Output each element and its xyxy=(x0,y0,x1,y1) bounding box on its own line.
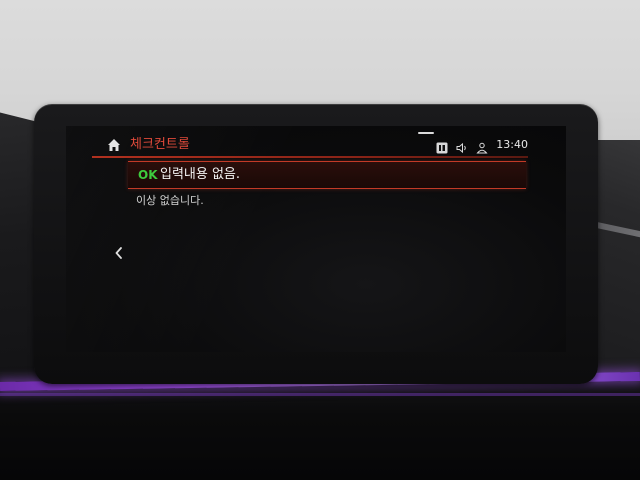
check-control-message-row[interactable]: OK 입력내용 없음. xyxy=(128,161,526,189)
status-badge: OK xyxy=(138,168,158,182)
status-indicator-line xyxy=(418,132,434,134)
infotainment-screen: 체크컨트롤 13:40 OK 입력내용 없음. 이상 없습니다. xyxy=(66,126,566,352)
message-text: 입력내용 없음. xyxy=(160,167,241,182)
status-bar: 13:40 xyxy=(436,137,528,154)
back-chevron-icon[interactable] xyxy=(112,244,126,262)
volume-icon xyxy=(456,139,468,154)
user-profile-icon xyxy=(476,139,488,154)
ambient-light-glow xyxy=(0,393,640,396)
media-source-icon xyxy=(436,139,448,154)
screen-glare xyxy=(66,126,566,352)
car-dashboard-photo: 체크컨트롤 13:40 OK 입력내용 없음. 이상 없습니다. xyxy=(0,0,640,480)
message-detail: 이상 없습니다. xyxy=(136,194,204,207)
home-icon[interactable] xyxy=(106,137,122,153)
header-divider xyxy=(92,156,528,158)
page-title: 체크컨트롤 xyxy=(130,137,190,152)
clock: 13:40 xyxy=(496,138,528,151)
